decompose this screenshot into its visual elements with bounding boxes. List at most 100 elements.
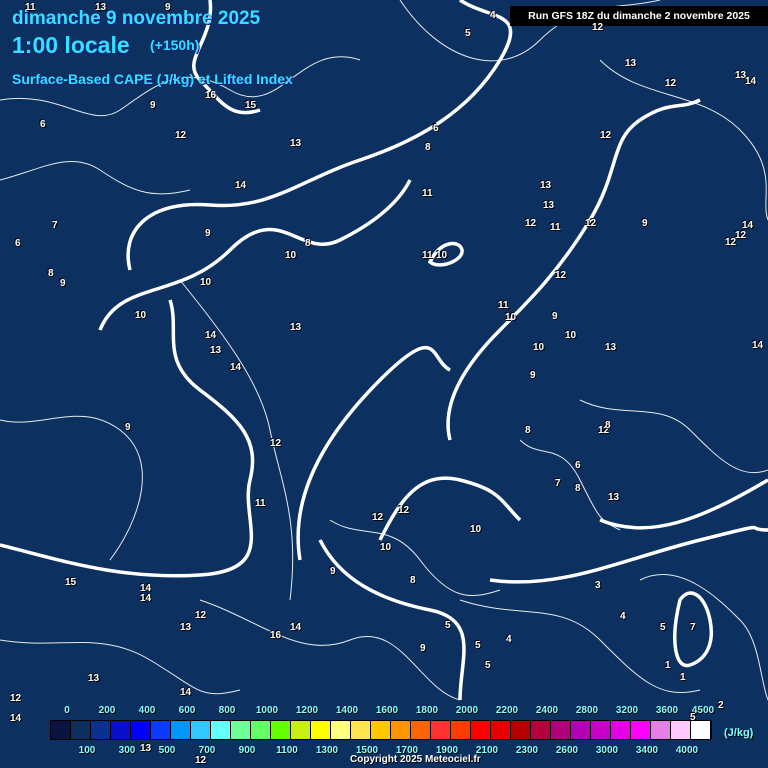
lifted-index-value: 13 <box>608 492 620 503</box>
lifted-index-value: 6 <box>575 460 581 471</box>
lifted-index-value: 13 <box>140 743 152 754</box>
legend-swatch <box>111 721 131 739</box>
lifted-index-value: 5 <box>465 28 471 39</box>
lifted-index-value: 11 <box>422 250 433 261</box>
lifted-index-value: 9 <box>420 643 426 654</box>
legend-label-bottom: 700 <box>198 745 216 756</box>
legend-label-top: 2400 <box>535 705 559 716</box>
lifted-index-value: 9 <box>530 370 536 381</box>
legend-swatch <box>431 721 451 739</box>
lifted-index-value: 14 <box>752 340 764 351</box>
lifted-index-value: 14 <box>230 362 242 373</box>
lifted-index-value: 7 <box>52 220 58 231</box>
legend-swatch <box>91 721 111 739</box>
legend-swatch <box>551 721 571 739</box>
lifted-index-value: 9 <box>125 422 131 433</box>
legend-label-top: 4500 <box>691 705 715 716</box>
lifted-index-value: 14 <box>180 687 192 698</box>
lifted-index-value: 8 <box>525 425 531 436</box>
lifted-index-value: 10 <box>285 250 297 261</box>
legend-label-top: 1400 <box>335 705 359 716</box>
lifted-index-value: 12 <box>398 505 410 516</box>
legend-swatch <box>251 721 271 739</box>
lifted-index-value: 12 <box>592 22 604 33</box>
lifted-index-value: 12 <box>665 78 677 89</box>
legend-label-bottom: 500 <box>158 745 176 756</box>
forecast-date: dimanche 9 novembre 2025 <box>12 8 261 29</box>
lifted-index-value: 6 <box>40 119 46 130</box>
legend-label-top: 600 <box>178 705 196 716</box>
legend-label-bottom: 100 <box>78 745 96 756</box>
legend-label-top: 0 <box>64 705 70 716</box>
lifted-index-value: 12 <box>600 130 612 141</box>
lifted-index-value: 4 <box>620 611 626 622</box>
lifted-index-value: 12 <box>270 438 282 449</box>
lifted-index-value: 1 <box>680 672 686 683</box>
legend-swatch <box>171 721 191 739</box>
lifted-index-value: 12 <box>10 693 22 704</box>
lifted-index-value: 9 <box>642 218 648 229</box>
legend-label-top: 1000 <box>255 705 279 716</box>
lifted-index-value: 13 <box>543 200 555 211</box>
legend-label-bottom: 1300 <box>315 745 339 756</box>
legend-swatch <box>211 721 231 739</box>
legend-label-bottom: 4000 <box>675 745 699 756</box>
lifted-index-value: 13 <box>210 345 222 356</box>
legend-label-bottom: 900 <box>238 745 256 756</box>
lifted-index-value: 14 <box>235 180 247 191</box>
lifted-index-value: 5 <box>475 640 481 651</box>
lifted-index-value: 7 <box>555 478 561 489</box>
lifted-index-value: 8 <box>425 142 431 153</box>
lifted-index-value: 13 <box>540 180 552 191</box>
lifted-index-value: 6 <box>15 238 21 249</box>
lifted-index-value: 14 <box>205 330 217 341</box>
lifted-index-value: 9 <box>150 100 156 111</box>
lifted-index-value: 14 <box>745 76 757 87</box>
lifted-index-value: 1 <box>665 660 671 671</box>
legend-swatch <box>331 721 351 739</box>
lifted-index-value: 10 <box>200 277 212 288</box>
lifted-index-value: 9 <box>60 278 66 289</box>
legend-swatch <box>631 721 651 739</box>
legend-label-top: 1600 <box>375 705 399 716</box>
legend-label-top: 3200 <box>615 705 639 716</box>
legend-swatch <box>671 721 691 739</box>
lifted-index-value: 10 <box>380 542 392 553</box>
lifted-index-value: 9 <box>205 228 211 239</box>
legend-swatch <box>311 721 331 739</box>
lifted-index-value: 14 <box>10 713 22 724</box>
legend-swatch <box>591 721 611 739</box>
lifted-index-value: 13 <box>95 2 107 13</box>
lifted-index-value: 15 <box>245 100 257 111</box>
legend-swatch <box>391 721 411 739</box>
legend-label-bottom: 3000 <box>595 745 619 756</box>
lifted-index-value: 12 <box>735 230 747 241</box>
lifted-index-value: 4 <box>490 10 496 21</box>
lifted-index-value: 9 <box>165 2 171 13</box>
legend-label-top: 400 <box>138 705 156 716</box>
lifted-index-value: 9 <box>330 566 336 577</box>
legend-swatch <box>51 721 71 739</box>
legend-label-top: 200 <box>98 705 116 716</box>
legend-swatch <box>131 721 151 739</box>
legend-label-bottom: 300 <box>118 745 136 756</box>
lifted-index-value: 14 <box>140 593 152 604</box>
legend-swatch <box>191 721 211 739</box>
lifted-index-value: 11 <box>25 2 36 13</box>
lifted-index-value: 10 <box>565 330 577 341</box>
legend-label-top: 3600 <box>655 705 679 716</box>
lifted-index-value: 10 <box>135 310 147 321</box>
lifted-index-value: 16 <box>270 630 282 641</box>
lifted-index-value: 9 <box>552 311 558 322</box>
lifted-index-value: 4 <box>506 634 512 645</box>
legend-swatch <box>491 721 511 739</box>
lifted-index-value: 10 <box>533 342 545 353</box>
legend-label-top: 1200 <box>295 705 319 716</box>
lifted-index-value: 7 <box>690 622 696 633</box>
lifted-index-value: 5 <box>660 622 666 633</box>
lifted-index-value: 8 <box>305 238 311 249</box>
lifted-index-value: 12 <box>195 755 207 766</box>
legend-swatch <box>411 721 431 739</box>
legend-label-bottom: 3400 <box>635 745 659 756</box>
lifted-index-value: 8 <box>410 575 416 586</box>
